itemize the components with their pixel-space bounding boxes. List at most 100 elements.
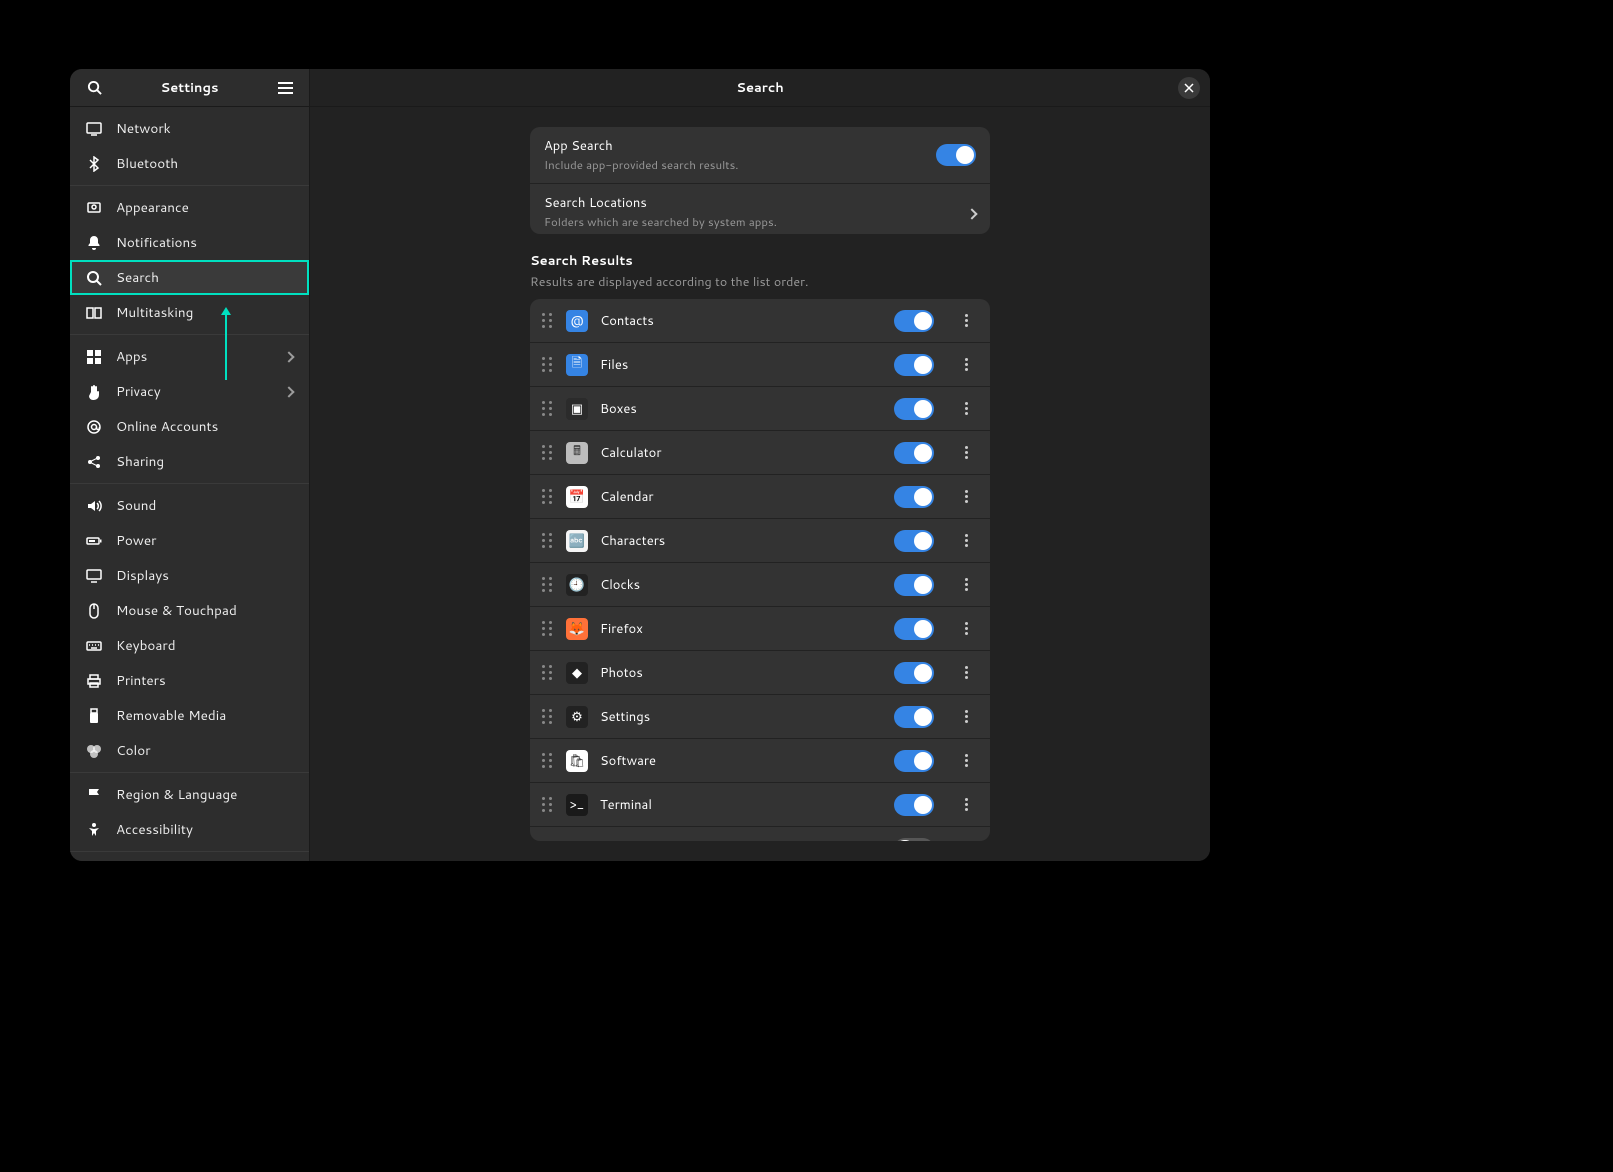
settings-app-icon: ⚙	[566, 706, 588, 728]
close-button[interactable]	[1178, 77, 1200, 99]
weather-app-icon: ⛅	[566, 838, 588, 841]
app-row-characters: 🔤Characters	[530, 519, 990, 563]
sidebar-item-accessibility[interactable]: Accessibility	[70, 812, 309, 847]
sidebar-item-label: Online Accounts	[116, 417, 218, 436]
toggle-contacts[interactable]	[894, 310, 934, 332]
more-menu-button[interactable]	[954, 837, 978, 841]
results-list: @Contacts🗎Files▣Boxes🖩Calculator📅Calenda…	[530, 299, 990, 841]
sidebar-item-power[interactable]: Power	[70, 523, 309, 558]
app-row-settings: ⚙ Settings	[530, 695, 990, 739]
app-row-files: 🗎Files	[530, 343, 990, 387]
printer-icon	[86, 673, 102, 689]
app-label: Boxes	[600, 400, 882, 418]
sidebar-item-privacy[interactable]: Privacy	[70, 374, 309, 409]
files-app-icon: 🗎	[566, 354, 588, 376]
settings-row-search-locations[interactable]: Search LocationsFolders which are search…	[530, 184, 990, 234]
sidebar-item-label: Apps	[116, 347, 147, 366]
results-subtitle: Results are displayed according to the l…	[530, 273, 990, 291]
drag-handle-icon[interactable]	[542, 357, 554, 373]
app-label: Settings	[600, 708, 882, 726]
toggle-clocks[interactable]	[894, 574, 934, 596]
sidebar-item-label: Sharing	[116, 452, 164, 471]
sidebar-item-label: Notifications	[116, 233, 197, 252]
sidebar-item-label: Power	[116, 531, 156, 550]
calendar-app-icon: 📅	[566, 486, 588, 508]
more-menu-button[interactable]	[954, 353, 978, 377]
sidebar-item-mouse-touchpad[interactable]: Mouse & Touchpad	[70, 593, 309, 628]
more-menu-button[interactable]	[954, 617, 978, 641]
sidebar-item-printers[interactable]: Printers	[70, 663, 309, 698]
settings-window: Settings Network Bluetooth Appearance Notif…	[70, 69, 1210, 861]
sidebar-item-online-accounts[interactable]: Online Accounts	[70, 409, 309, 444]
row-title: Search Locations	[544, 194, 956, 212]
hand-icon	[86, 384, 102, 400]
more-menu-button[interactable]	[954, 749, 978, 773]
sidebar-item-multitasking[interactable]: Multitasking	[70, 295, 309, 330]
sidebar-item-search[interactable]: Search	[70, 260, 309, 295]
search-icon	[86, 270, 102, 286]
sidebar-item-keyboard[interactable]: Keyboard	[70, 628, 309, 663]
search-icon-button[interactable]	[84, 78, 104, 98]
sidebar-item-network[interactable]: Network	[70, 111, 309, 146]
toggle-characters[interactable]	[894, 530, 934, 552]
results-title: Search Results	[530, 252, 990, 270]
sidebar-item-sharing[interactable]: Sharing	[70, 444, 309, 479]
sidebar-item-bluetooth[interactable]: Bluetooth	[70, 146, 309, 181]
more-menu-button[interactable]	[954, 661, 978, 685]
app-row-weather: ⛅Weather	[530, 827, 990, 841]
sound-icon	[86, 498, 102, 514]
toggle-files[interactable]	[894, 354, 934, 376]
sidebar-item-apps[interactable]: Apps	[70, 339, 309, 374]
toggle-software[interactable]	[894, 750, 934, 772]
toggle-terminal[interactable]	[894, 794, 934, 816]
drag-handle-icon[interactable]	[542, 445, 554, 461]
displays-icon	[86, 568, 102, 584]
drag-handle-icon[interactable]	[542, 489, 554, 505]
drag-handle-icon[interactable]	[542, 665, 554, 681]
drag-handle-icon[interactable]	[542, 709, 554, 725]
drag-handle-icon[interactable]	[542, 401, 554, 417]
more-menu-button[interactable]	[954, 573, 978, 597]
toggle-firefox[interactable]	[894, 618, 934, 640]
toggle-boxes[interactable]	[894, 398, 934, 420]
sidebar-header: Settings	[70, 69, 309, 107]
drag-handle-icon[interactable]	[542, 533, 554, 549]
sidebar-item-notifications[interactable]: Notifications	[70, 225, 309, 260]
more-menu-button[interactable]	[954, 529, 978, 553]
drag-handle-icon[interactable]	[542, 621, 554, 637]
app-row-boxes: ▣Boxes	[530, 387, 990, 431]
hamburger-icon[interactable]	[275, 78, 295, 98]
row-subtitle: Include app-provided search results.	[544, 156, 924, 173]
app-label: Calendar	[600, 488, 882, 506]
toggle-calendar[interactable]	[894, 486, 934, 508]
sidebar-item-label: Mouse & Touchpad	[116, 601, 237, 620]
more-menu-button[interactable]	[954, 485, 978, 509]
more-menu-button[interactable]	[954, 441, 978, 465]
toggle-settings[interactable]	[894, 706, 934, 728]
sidebar-item-displays[interactable]: Displays	[70, 558, 309, 593]
more-menu-button[interactable]	[954, 309, 978, 333]
more-menu-button[interactable]	[954, 793, 978, 817]
row-title: App Search	[544, 137, 924, 155]
drag-handle-icon[interactable]	[542, 577, 554, 593]
toggle-app-search[interactable]	[936, 144, 976, 166]
toggle-photos[interactable]	[894, 662, 934, 684]
sidebar-item-color[interactable]: Color	[70, 733, 309, 768]
drag-handle-icon[interactable]	[542, 313, 554, 329]
more-menu-button[interactable]	[954, 397, 978, 421]
sidebar-item-appearance[interactable]: Appearance	[70, 190, 309, 225]
toggle-weather[interactable]	[894, 838, 934, 841]
app-label: Contacts	[600, 312, 882, 330]
sidebar-item-removable-media[interactable]: Removable Media	[70, 698, 309, 733]
sidebar-item-label: Network	[116, 119, 171, 138]
sidebar-item-sound[interactable]: Sound	[70, 488, 309, 523]
sidebar-item-label: Search	[116, 268, 159, 287]
sidebar-item-label: Privacy	[116, 382, 161, 401]
drag-handle-icon[interactable]	[542, 753, 554, 769]
main-header: Search	[310, 69, 1210, 107]
characters-app-icon: 🔤	[566, 530, 588, 552]
sidebar-item-region-language[interactable]: Region & Language	[70, 777, 309, 812]
toggle-calculator[interactable]	[894, 442, 934, 464]
drag-handle-icon[interactable]	[542, 797, 554, 813]
more-menu-button[interactable]	[954, 705, 978, 729]
